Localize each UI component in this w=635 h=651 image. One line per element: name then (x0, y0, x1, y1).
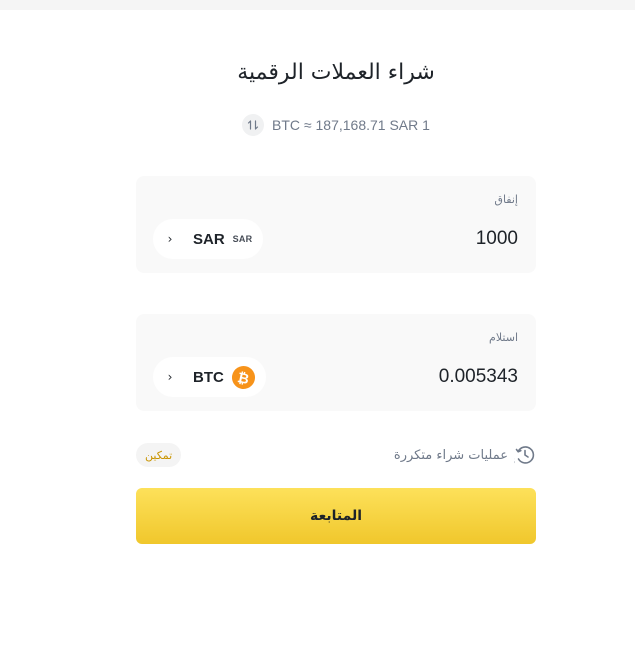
receive-card: استلام › BTC ₿ 0.005343 (136, 314, 536, 411)
chevron-icon: › (167, 232, 173, 246)
svg-text:$: $ (514, 456, 515, 466)
exchange-rate-row: BTC ≈ 187,168.71 SAR 1 (0, 114, 635, 136)
recurring-buy-label: عمليات شراء متكررة (393, 447, 508, 463)
receive-currency-code: BTC (193, 368, 224, 386)
spend-card: إنفاق › SAR SAR 1000 (136, 176, 536, 273)
enable-recurring-button[interactable]: تمكين (136, 443, 182, 467)
continue-button[interactable]: المتابعة (136, 488, 536, 544)
page-title: شراء العملات الرقمية (237, 60, 435, 85)
spend-amount-input[interactable]: 1000 (476, 228, 518, 250)
receive-label: استلام (489, 331, 518, 344)
sar-currency-icon: SAR (232, 234, 253, 244)
exchange-rate-text: BTC ≈ 187,168.71 SAR 1 (272, 117, 430, 133)
spend-currency-selector[interactable]: › SAR SAR (153, 219, 264, 259)
receive-currency-selector[interactable]: › BTC ₿ (153, 357, 266, 397)
spend-currency-code: SAR (193, 230, 225, 248)
swap-arrows-icon[interactable] (242, 114, 265, 136)
recurring-buy-row: تمكين $ عمليات شراء متكررة (136, 443, 536, 469)
recurring-buy-option[interactable]: $ عمليات شراء متكررة (394, 444, 536, 466)
spend-label: إنفاق (494, 193, 518, 206)
chevron-icon: › (167, 370, 173, 384)
bitcoin-icon: ₿ (229, 363, 257, 391)
receive-amount-input[interactable]: 0.005343 (439, 366, 518, 388)
recurring-clock-dollar-icon: $ (514, 444, 536, 466)
top-strip (0, 0, 635, 10)
